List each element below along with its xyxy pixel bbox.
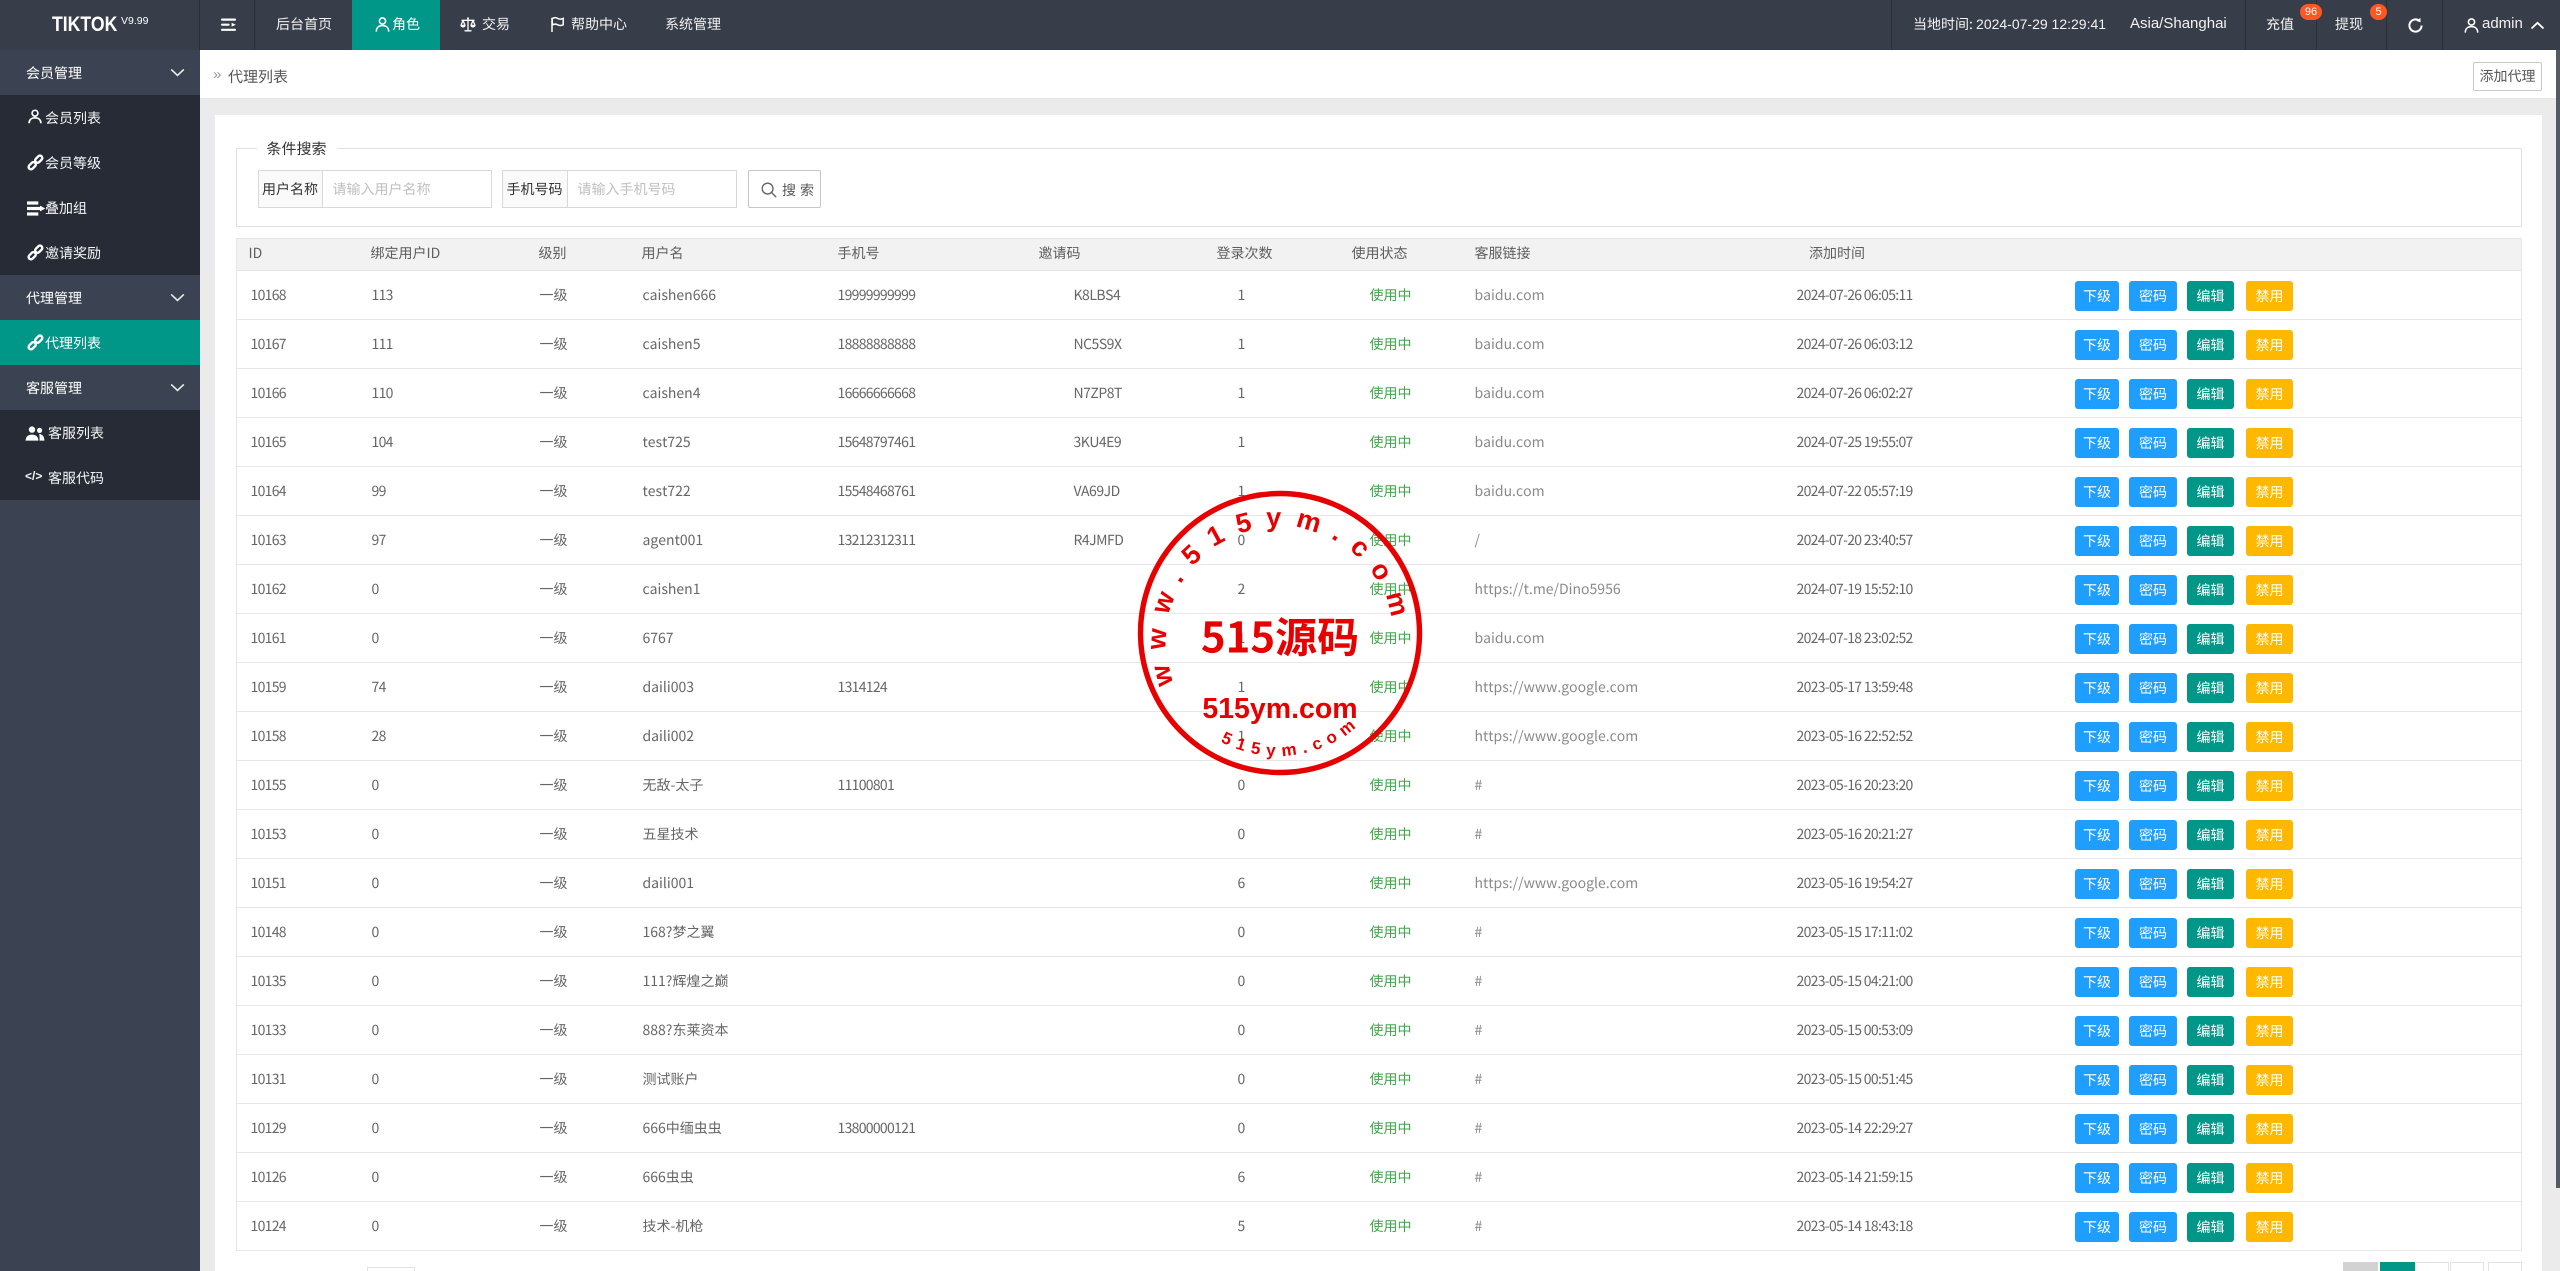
svg-text:515ym.com: 515ym.com [1202,693,1357,725]
svg-text:515源码: 515源码 [1201,605,1359,666]
